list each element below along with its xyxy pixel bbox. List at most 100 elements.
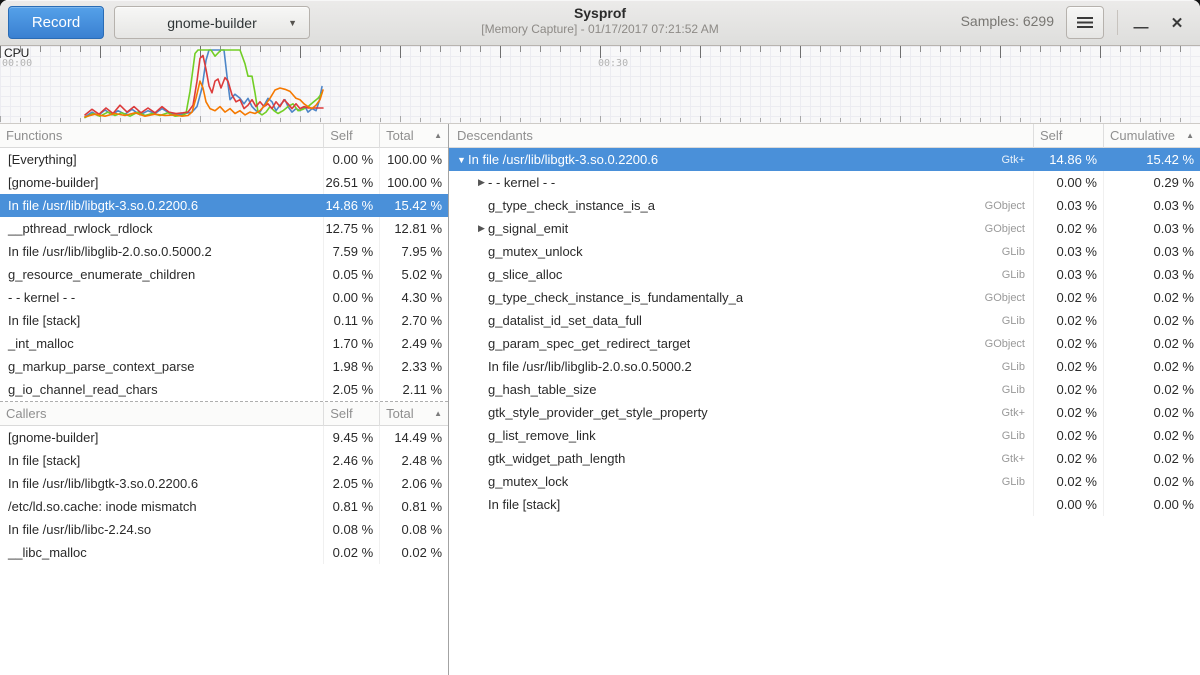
descendant-name: g_signal_emit xyxy=(488,221,568,236)
table-row[interactable]: ▶- - kernel - -0.00 %0.29 % xyxy=(449,171,1200,194)
table-row[interactable]: [gnome-builder]26.51 %100.00 % xyxy=(0,171,448,194)
table-row[interactable]: __libc_malloc0.02 %0.02 % xyxy=(0,541,448,564)
table-row[interactable]: __pthread_rwlock_rdlock12.75 %12.81 % xyxy=(0,217,448,240)
table-row[interactable]: g_hash_table_sizeGLib0.02 %0.02 % xyxy=(449,378,1200,401)
function-name: In file [stack] xyxy=(0,449,323,472)
cumulative-percent: 0.03 % xyxy=(1103,194,1200,217)
callers-total-column-header[interactable]: Total▲ xyxy=(379,402,448,426)
descendant-name: gtk_style_provider_get_style_property xyxy=(488,405,708,420)
expander-icon[interactable]: ▶ xyxy=(475,177,488,188)
self-percent: 2.05 % xyxy=(323,378,379,401)
table-row[interactable]: g_markup_parse_context_parse1.98 %2.33 % xyxy=(0,355,448,378)
table-row[interactable]: g_slice_allocGLib0.03 %0.03 % xyxy=(449,263,1200,286)
descendant-name: In file /usr/lib/libgtk-3.so.0.2200.6 xyxy=(468,152,658,167)
category-badge: GObject xyxy=(985,292,1033,304)
total-percent: 0.02 % xyxy=(379,541,448,564)
cpu-usage-graph[interactable]: CPU 00:00 00:30 xyxy=(0,46,1200,124)
self-percent: 7.59 % xyxy=(323,240,379,263)
descendant-name: g_hash_table_size xyxy=(488,382,596,397)
self-percent: 0.81 % xyxy=(323,495,379,518)
category-badge: GObject xyxy=(985,338,1033,350)
table-row[interactable]: /etc/ld.so.cache: inode mismatch0.81 %0.… xyxy=(0,495,448,518)
self-percent: 26.51 % xyxy=(323,171,379,194)
category-badge: GObject xyxy=(985,200,1033,212)
functions-column-header[interactable]: Functions xyxy=(0,124,323,148)
category-badge: GLib xyxy=(1002,246,1033,258)
table-row[interactable]: In file [stack]2.46 %2.48 % xyxy=(0,449,448,472)
expander-icon[interactable]: ▶ xyxy=(475,223,488,234)
table-row[interactable]: [gnome-builder]9.45 %14.49 % xyxy=(0,426,448,449)
table-row[interactable]: g_list_remove_linkGLib0.02 %0.02 % xyxy=(449,424,1200,447)
descendant-name: g_param_spec_get_redirect_target xyxy=(488,336,690,351)
descendant-name-cell: ▼In file /usr/lib/libgtk-3.so.0.2200.6Gt… xyxy=(449,148,1033,171)
cumulative-percent: 0.02 % xyxy=(1103,355,1200,378)
callers-column-header[interactable]: Callers xyxy=(0,402,323,426)
functions-total-column-header[interactable]: Total▲ xyxy=(379,124,448,148)
table-row[interactable]: In file [stack]0.00 %0.00 % xyxy=(449,493,1200,516)
category-badge: GLib xyxy=(1002,361,1033,373)
table-row[interactable]: gtk_style_provider_get_style_propertyGtk… xyxy=(449,401,1200,424)
category-badge: GLib xyxy=(1002,384,1033,396)
self-percent: 14.86 % xyxy=(1033,148,1103,171)
table-row[interactable]: In file /usr/lib/libc-2.24.so0.08 %0.08 … xyxy=(0,518,448,541)
self-percent: 12.75 % xyxy=(323,217,379,240)
descendants-column-header[interactable]: Descendants xyxy=(449,124,1033,148)
table-row[interactable]: _int_malloc1.70 %2.49 % xyxy=(0,332,448,355)
category-badge: GLib xyxy=(1002,476,1033,488)
descendant-name-cell: g_mutex_lockGLib xyxy=(449,470,1033,493)
close-button[interactable]: ✕ xyxy=(1160,6,1194,39)
descendants-cumulative-column-header[interactable]: Cumulative▲ xyxy=(1103,124,1200,148)
table-row[interactable]: g_datalist_id_set_data_fullGLib0.02 %0.0… xyxy=(449,309,1200,332)
descendant-name: In file /usr/lib/libglib-2.0.so.0.5000.2 xyxy=(488,359,692,374)
cumulative-percent: 0.03 % xyxy=(1103,263,1200,286)
total-percent: 15.42 % xyxy=(379,194,448,217)
descendants-self-column-header[interactable]: Self xyxy=(1033,124,1103,148)
function-name: In file /usr/lib/libgtk-3.so.0.2200.6 xyxy=(0,194,323,217)
table-row[interactable]: In file /usr/lib/libgtk-3.so.0.2200.614.… xyxy=(0,194,448,217)
callers-table-header: Callers Self Total▲ xyxy=(0,402,448,426)
descendant-name: g_list_remove_link xyxy=(488,428,596,443)
table-row[interactable]: g_type_check_instance_is_fundamentally_a… xyxy=(449,286,1200,309)
expander-icon[interactable]: ▼ xyxy=(455,155,468,165)
callers-self-column-header[interactable]: Self xyxy=(323,402,379,426)
cumulative-percent: 0.00 % xyxy=(1103,493,1200,516)
table-row[interactable]: - - kernel - -0.00 %4.30 % xyxy=(0,286,448,309)
descendant-name-cell: g_type_check_instance_is_aGObject xyxy=(449,194,1033,217)
table-row[interactable]: g_resource_enumerate_children0.05 %5.02 … xyxy=(0,263,448,286)
total-percent: 5.02 % xyxy=(379,263,448,286)
self-percent: 1.98 % xyxy=(323,355,379,378)
self-percent: 0.02 % xyxy=(1033,424,1103,447)
table-row[interactable]: g_mutex_unlockGLib0.03 %0.03 % xyxy=(449,240,1200,263)
table-row[interactable]: g_io_channel_read_chars2.05 %2.11 % xyxy=(0,378,448,401)
table-row[interactable]: gtk_widget_path_lengthGtk+0.02 %0.02 % xyxy=(449,447,1200,470)
table-row[interactable]: In file [stack]0.11 %2.70 % xyxy=(0,309,448,332)
self-percent: 0.05 % xyxy=(323,263,379,286)
table-row[interactable]: In file /usr/lib/libglib-2.0.so.0.5000.2… xyxy=(449,355,1200,378)
minimize-button[interactable]: — xyxy=(1124,6,1158,39)
self-percent: 0.02 % xyxy=(1033,332,1103,355)
self-percent: 2.46 % xyxy=(323,449,379,472)
table-row[interactable]: In file /usr/lib/libgtk-3.so.0.2200.62.0… xyxy=(0,472,448,495)
table-row[interactable]: g_mutex_lockGLib0.02 %0.02 % xyxy=(449,470,1200,493)
cumulative-percent: 0.02 % xyxy=(1103,309,1200,332)
total-percent: 7.95 % xyxy=(379,240,448,263)
descendant-name: g_type_check_instance_is_fundamentally_a xyxy=(488,290,743,305)
table-row[interactable]: ▼In file /usr/lib/libgtk-3.so.0.2200.6Gt… xyxy=(449,148,1200,171)
self-percent: 0.02 % xyxy=(1033,447,1103,470)
table-row[interactable]: g_param_spec_get_redirect_target GObject0… xyxy=(449,332,1200,355)
table-row[interactable]: g_type_check_instance_is_aGObject0.03 %0… xyxy=(449,194,1200,217)
category-badge: GLib xyxy=(1002,269,1033,281)
functions-self-column-header[interactable]: Self xyxy=(323,124,379,148)
table-row[interactable]: ▶g_signal_emitGObject0.02 %0.03 % xyxy=(449,217,1200,240)
self-percent: 0.02 % xyxy=(1033,309,1103,332)
self-percent: 0.03 % xyxy=(1033,194,1103,217)
table-row[interactable]: [Everything]0.00 %100.00 % xyxy=(0,148,448,171)
table-row[interactable]: In file /usr/lib/libglib-2.0.so.0.5000.2… xyxy=(0,240,448,263)
main-content: Functions Self Total▲ [Everything]0.00 %… xyxy=(0,124,1200,675)
record-button[interactable]: Record xyxy=(8,6,104,39)
category-badge: Gtk+ xyxy=(1001,453,1033,465)
total-percent: 2.33 % xyxy=(379,355,448,378)
target-process-dropdown[interactable]: gnome-builder ▼ xyxy=(114,6,310,39)
menu-button[interactable] xyxy=(1066,6,1104,39)
self-percent: 9.45 % xyxy=(323,426,379,449)
